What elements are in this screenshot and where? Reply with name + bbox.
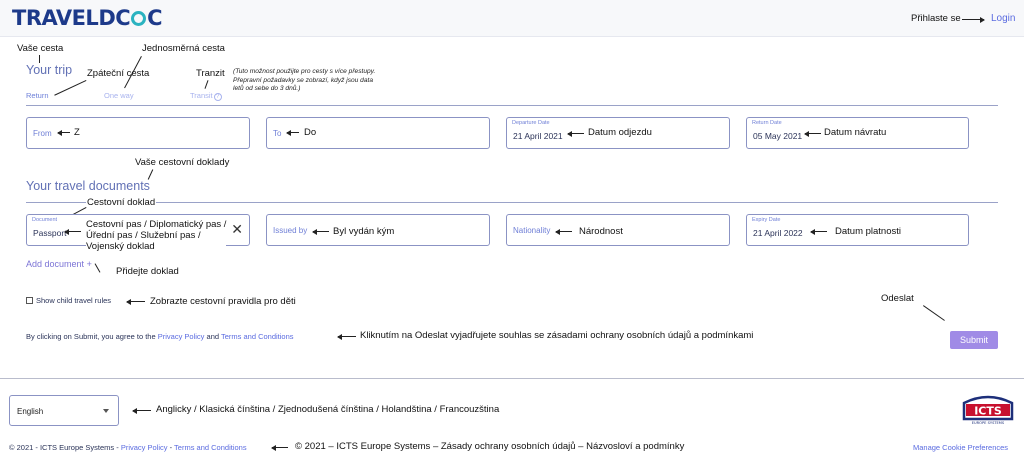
login-link[interactable]: Login [991, 13, 1015, 24]
document-value: Passport [33, 228, 67, 238]
note-add-document: Přidejte doklad [116, 266, 179, 277]
expiry-date-label: Expiry Date [752, 217, 781, 223]
return-date-value: 05 May 2021 [753, 131, 803, 141]
note-travel-docs: Vaše cestovní doklady [135, 157, 230, 168]
arrow-icon [312, 228, 329, 235]
arrow-icon [64, 228, 81, 235]
note-passport-types: Cestovní pas / Diplomatický pas / Úřední… [86, 219, 227, 252]
copyright-text: © 2021 - ICTS Europe Systems - [9, 443, 121, 452]
logo-text-dc: DC [98, 6, 131, 30]
pointer-line [923, 305, 945, 321]
chevron-down-icon [103, 409, 109, 413]
clear-icon[interactable]: ✕ [231, 221, 243, 238]
trip-option-transit-label: Transit [190, 91, 213, 100]
consent-text: By clicking on Submit, you agree to the … [26, 332, 294, 341]
manage-cookies-link[interactable]: Manage Cookie Preferences [913, 443, 1008, 452]
traveldoc-logo[interactable]: TRAVELDC C [12, 6, 163, 30]
note-your-trip: Vaše cesta [17, 43, 64, 54]
pointer-line [54, 80, 87, 96]
arrow-icon [555, 228, 572, 235]
arrow-icon [271, 444, 288, 451]
trip-option-one-way[interactable]: One way [104, 91, 134, 100]
nationality-placeholder: Nationality [513, 226, 551, 235]
arrow-icon [57, 129, 70, 136]
language-value: English [17, 407, 44, 416]
trip-option-return[interactable]: Return [26, 91, 49, 100]
arrow-icon [286, 129, 299, 136]
note-child-rules: Zobrazte cestovní pravidla pro děti [150, 296, 296, 307]
note-nationality: Národnost [579, 226, 623, 237]
consent-prefix: By clicking on Submit, you agree to the [26, 332, 158, 341]
travel-documents-title: Your travel documents [26, 179, 150, 193]
footer-copyright: © 2021 - ICTS Europe Systems - Privacy P… [9, 443, 247, 452]
note-from: Z [74, 127, 80, 138]
child-rules-label[interactable]: Show child travel rules [36, 296, 111, 305]
note-issued-by: Byl vydán kým [333, 226, 395, 237]
departure-date-value: 21 April 2021 [513, 131, 563, 141]
arrow-icon [804, 130, 821, 137]
arrow-icon [810, 228, 827, 235]
to-input[interactable]: To [266, 117, 490, 149]
transit-info-note: (Tuto možnost použijte pro cesty s více … [233, 68, 375, 94]
note-submit: Odeslat [881, 293, 914, 304]
icts-logo-subtext: EUROPE SYSTEMS [972, 421, 1005, 425]
note-consent: Kliknutím na Odeslat vyjadřujete souhlas… [360, 330, 754, 341]
arrow-icon [132, 407, 151, 414]
arrow-icon [337, 333, 356, 340]
footer-terms-link[interactable]: Terms and Conditions [174, 443, 247, 452]
language-select[interactable]: English [9, 395, 119, 426]
logo-text-c: C [147, 6, 163, 30]
footer-divider [0, 378, 1024, 379]
footer-privacy-link[interactable]: Privacy Policy [121, 443, 168, 452]
logo-text-travel: TRAVEL [12, 6, 99, 30]
note-return-date: Datum návratu [824, 127, 887, 138]
arrow-icon [567, 130, 584, 137]
note-to: Do [304, 127, 317, 138]
your-trip-title: Your trip [26, 63, 73, 77]
info-icon[interactable]: ? [213, 93, 222, 101]
documents-divider [26, 202, 998, 203]
document-label: Document [32, 217, 58, 223]
note-one-way: Jednosměrná cesta [142, 43, 225, 54]
plus-icon: + [86, 259, 92, 269]
arrow-icon [126, 298, 145, 305]
header-bar: TRAVELDC C Přihlaste se Login [0, 0, 1024, 37]
login-note: Přihlaste se [911, 13, 961, 24]
trip-divider [26, 105, 998, 106]
icts-logo: ICTS EUROPE SYSTEMS [962, 395, 1014, 425]
passport-types-line: Vojenský doklad [86, 241, 155, 252]
pointer-line [94, 263, 101, 273]
child-rules-checkbox[interactable] [26, 297, 33, 304]
issued-by-placeholder: Issued by [273, 226, 308, 235]
from-placeholder: From [33, 129, 52, 138]
to-placeholder: To [273, 129, 282, 138]
trip-option-transit[interactable]: Transit? [190, 91, 222, 101]
arrow-icon [962, 19, 984, 20]
transit-info-line: Přepravní požadavky se zobrazí, když jso… [233, 76, 374, 84]
passport-types-line: Cestovní pas / Diplomatický pas / [86, 219, 227, 230]
add-document-button[interactable]: Add document + [26, 259, 92, 269]
add-document-label: Add document [26, 259, 85, 269]
note-footer: © 2021 – ICTS Europe Systems – Zásady oc… [295, 441, 685, 452]
note-transit: Tranzit [196, 68, 225, 79]
return-date-label: Return Date [752, 120, 782, 126]
transit-info-line: letů od sebe do 3 dnů.) [233, 85, 301, 92]
departure-date-label: Departure Date [512, 120, 550, 126]
privacy-policy-link[interactable]: Privacy Policy [158, 332, 205, 341]
pointer-line [204, 80, 209, 89]
pointer-line [39, 55, 40, 63]
consent-and: and [204, 332, 221, 341]
expiry-date-value: 21 April 2022 [753, 228, 803, 238]
note-return: Zpáteční cesta [87, 68, 150, 79]
logo-circle-icon [131, 11, 147, 26]
note-departure: Datum odjezdu [588, 127, 652, 138]
transit-info-line: (Tuto možnost použijte pro cesty s více … [233, 68, 376, 75]
passport-types-line: Úřední pas / Služební pas / [86, 230, 201, 241]
note-languages: Anglicky / Klasická čínština / Zjednoduš… [156, 404, 500, 415]
note-document: Cestovní doklad [86, 197, 157, 208]
icts-logo-text: ICTS [974, 405, 1002, 418]
terms-link[interactable]: Terms and Conditions [221, 332, 294, 341]
submit-button[interactable]: Submit [950, 331, 998, 349]
note-expiry: Datum platnosti [835, 226, 902, 237]
